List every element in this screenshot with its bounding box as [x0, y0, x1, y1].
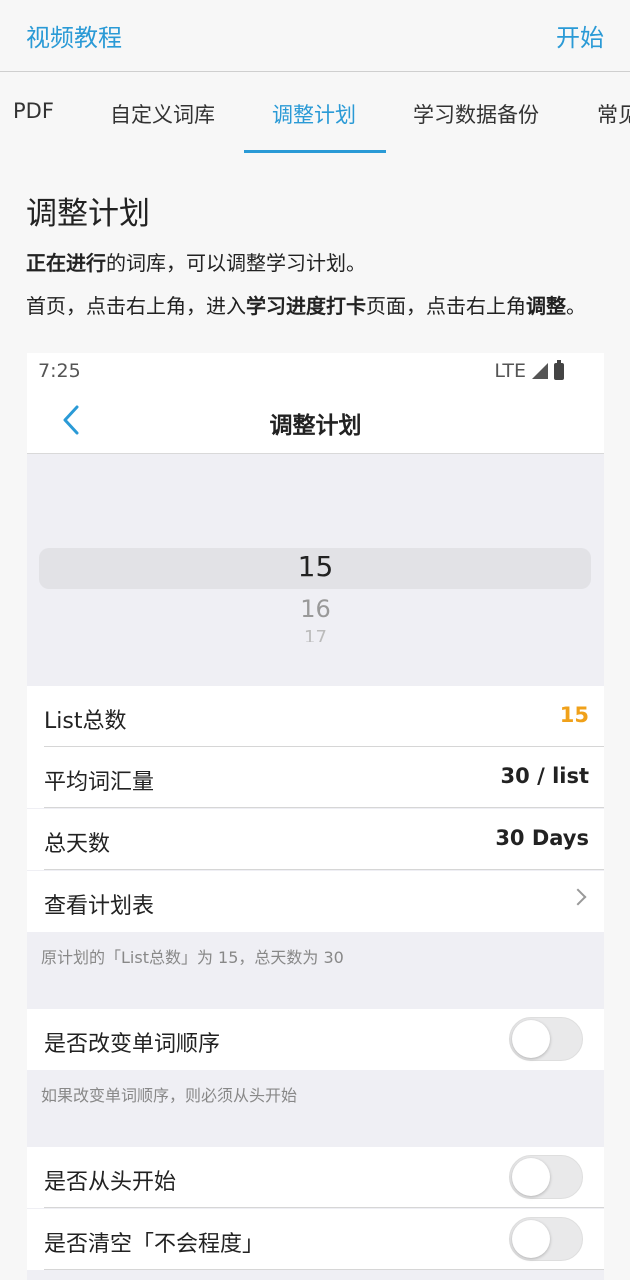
row-total-days: 总天数 30 Days	[27, 809, 604, 870]
change-order-note: 如果改变单词顺序，则必须从头开始	[41, 1086, 298, 1105]
row-label: 是否从头开始	[44, 1170, 177, 1195]
video-tutorial-link[interactable]: 视频教程	[26, 18, 122, 53]
battery-icon	[554, 359, 564, 380]
picker-next2-value[interactable]: 17	[27, 627, 604, 642]
page-title: 调整计划	[26, 196, 150, 232]
row-label: 平均词汇量	[44, 770, 155, 795]
row-clear-unknown: 是否清空「不会程度」	[27, 1209, 604, 1270]
picker-selected-value[interactable]: 15	[27, 550, 604, 583]
row-average-words: 平均词汇量 30 / list	[27, 747, 604, 808]
instruction-paragraph: 首页，点击右上角，进入学习进度打卡页面，点击右上角调整。	[26, 294, 586, 318]
tab-adjust-plan[interactable]: 调整计划	[272, 99, 356, 129]
picker-next-value[interactable]: 16	[27, 595, 604, 623]
total-days-value: 30 Days	[495, 826, 589, 850]
clear-unknown-toggle[interactable]	[509, 1217, 583, 1261]
phone-screenshot: 7:25 LTE 调整计划 15 16 17 List总数 15 平均词汇量 3…	[27, 353, 604, 1280]
change-order-toggle[interactable]	[509, 1017, 583, 1061]
start-link[interactable]: 开始	[556, 18, 604, 53]
tab-custom-wordbank[interactable]: 自定义词库	[110, 99, 215, 129]
nav-bar: 调整计划	[27, 389, 604, 454]
signal-icon	[532, 363, 548, 379]
intro-paragraph: 正在进行的词库，可以调整学习计划。	[26, 251, 366, 275]
row-restart: 是否从头开始	[27, 1147, 604, 1208]
list-total-value: 15	[559, 703, 589, 727]
network-label: LTE	[494, 360, 526, 382]
tab-data-backup[interactable]: 学习数据备份	[413, 99, 539, 129]
list-count-picker[interactable]: 15 16 17	[27, 454, 604, 684]
status-bar: 7:25 LTE	[27, 353, 604, 389]
nav-title: 调整计划	[269, 413, 362, 439]
average-words-value: 30 / list	[500, 764, 589, 788]
row-label: 是否清空「不会程度」	[44, 1232, 265, 1257]
row-change-word-order: 是否改变单词顺序	[27, 1009, 604, 1070]
status-time: 7:25	[38, 360, 81, 382]
row-list-total: List总数 15	[27, 686, 604, 747]
tab-pdf[interactable]: PDF	[13, 99, 54, 123]
tab-bar: PDF 自定义词库 调整计划 学习数据备份 常见	[0, 73, 630, 155]
chevron-right-icon	[569, 888, 587, 906]
row-view-schedule[interactable]: 查看计划表	[27, 871, 604, 932]
active-tab-indicator	[244, 150, 386, 153]
restart-toggle[interactable]	[509, 1155, 583, 1199]
row-label: 是否改变单词顺序	[44, 1032, 221, 1057]
top-bar: 视频教程 开始	[0, 0, 630, 72]
row-label: 总天数	[44, 832, 111, 857]
original-plan-note: 原计划的「List总数」为 15，总天数为 30	[41, 948, 344, 967]
tab-faq[interactable]: 常见	[597, 99, 630, 129]
row-label: 查看计划表	[44, 894, 155, 919]
row-label: List总数	[44, 709, 127, 734]
